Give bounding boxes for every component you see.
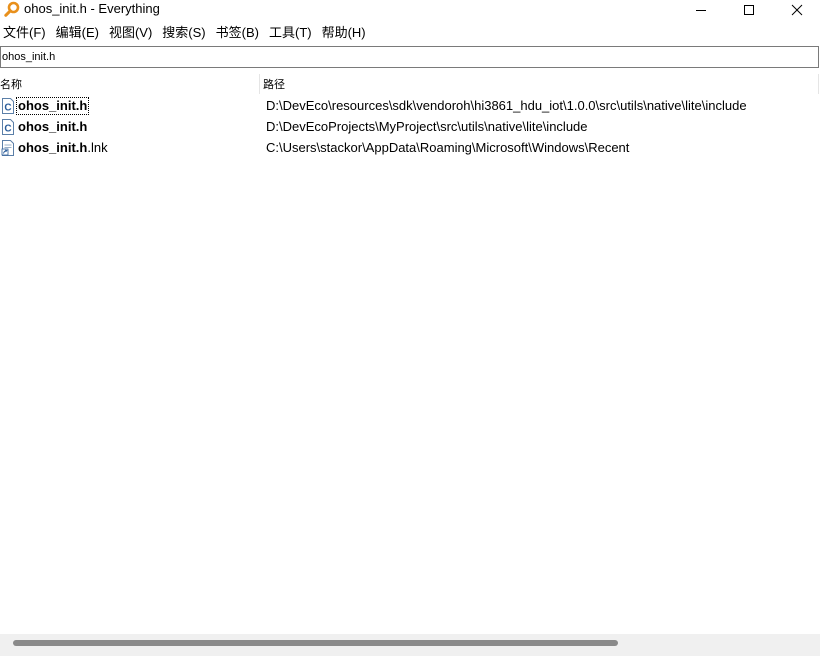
close-button[interactable] <box>774 0 820 20</box>
file-name[interactable]: ohos_init.h.lnk <box>16 139 110 157</box>
scrollbar-thumb[interactable] <box>13 640 618 646</box>
menu-edit[interactable]: 编辑(E) <box>53 23 106 43</box>
file-path: D:\DevEco\resources\sdk\vendoroh\hi3861_… <box>266 98 747 113</box>
file-name[interactable]: ohos_init.h <box>16 97 90 115</box>
column-headers: 名称 路径 <box>0 74 820 94</box>
maximize-button[interactable] <box>726 0 772 20</box>
menu-bookmarks[interactable]: 书签(B) <box>213 23 266 43</box>
status-bar <box>0 651 820 656</box>
shortcut-file-icon <box>1 140 15 156</box>
column-divider[interactable] <box>259 74 260 94</box>
menu-file[interactable]: 文件(F) <box>0 23 53 43</box>
svg-text:C: C <box>4 124 11 135</box>
minimize-button[interactable] <box>678 0 724 20</box>
menu-view[interactable]: 视图(V) <box>106 23 159 43</box>
c-header-file-icon: C <box>1 119 15 135</box>
file-path: C:\Users\stackor\AppData\Roaming\Microso… <box>266 140 630 155</box>
close-icon <box>791 4 803 16</box>
menu-help[interactable]: 帮助(H) <box>319 23 373 43</box>
svg-text:C: C <box>4 103 11 114</box>
column-header-path[interactable]: 路径 <box>263 77 285 93</box>
menu-search[interactable]: 搜索(S) <box>159 23 212 43</box>
menu-bar: 文件(F) 编辑(E) 视图(V) 搜索(S) 书签(B) 工具(T) 帮助(H… <box>0 23 820 43</box>
window-title: ohos_init.h - Everything <box>24 1 160 16</box>
horizontal-scrollbar[interactable] <box>0 634 820 651</box>
menu-tools[interactable]: 工具(T) <box>266 23 319 43</box>
maximize-icon <box>744 5 754 15</box>
search-input[interactable] <box>0 46 819 68</box>
table-row[interactable]: C ohos_init.h D:\DevEcoProjects\MyProjec… <box>0 117 820 138</box>
magnifier-icon <box>4 1 20 17</box>
table-row[interactable]: C ohos_init.h D:\DevEco\resources\sdk\ve… <box>0 96 820 117</box>
column-header-name[interactable]: 名称 <box>0 77 258 93</box>
minimize-icon <box>696 10 706 11</box>
column-divider-end[interactable] <box>818 74 819 94</box>
results-list: C ohos_init.h D:\DevEco\resources\sdk\ve… <box>0 96 820 159</box>
file-name[interactable]: ohos_init.h <box>16 118 89 136</box>
title-bar: ohos_init.h - Everything <box>0 0 820 20</box>
c-header-file-icon: C <box>1 98 15 114</box>
file-path: D:\DevEcoProjects\MyProject\src\utils\na… <box>266 119 588 134</box>
table-row[interactable]: ohos_init.h.lnk C:\Users\stackor\AppData… <box>0 138 820 159</box>
